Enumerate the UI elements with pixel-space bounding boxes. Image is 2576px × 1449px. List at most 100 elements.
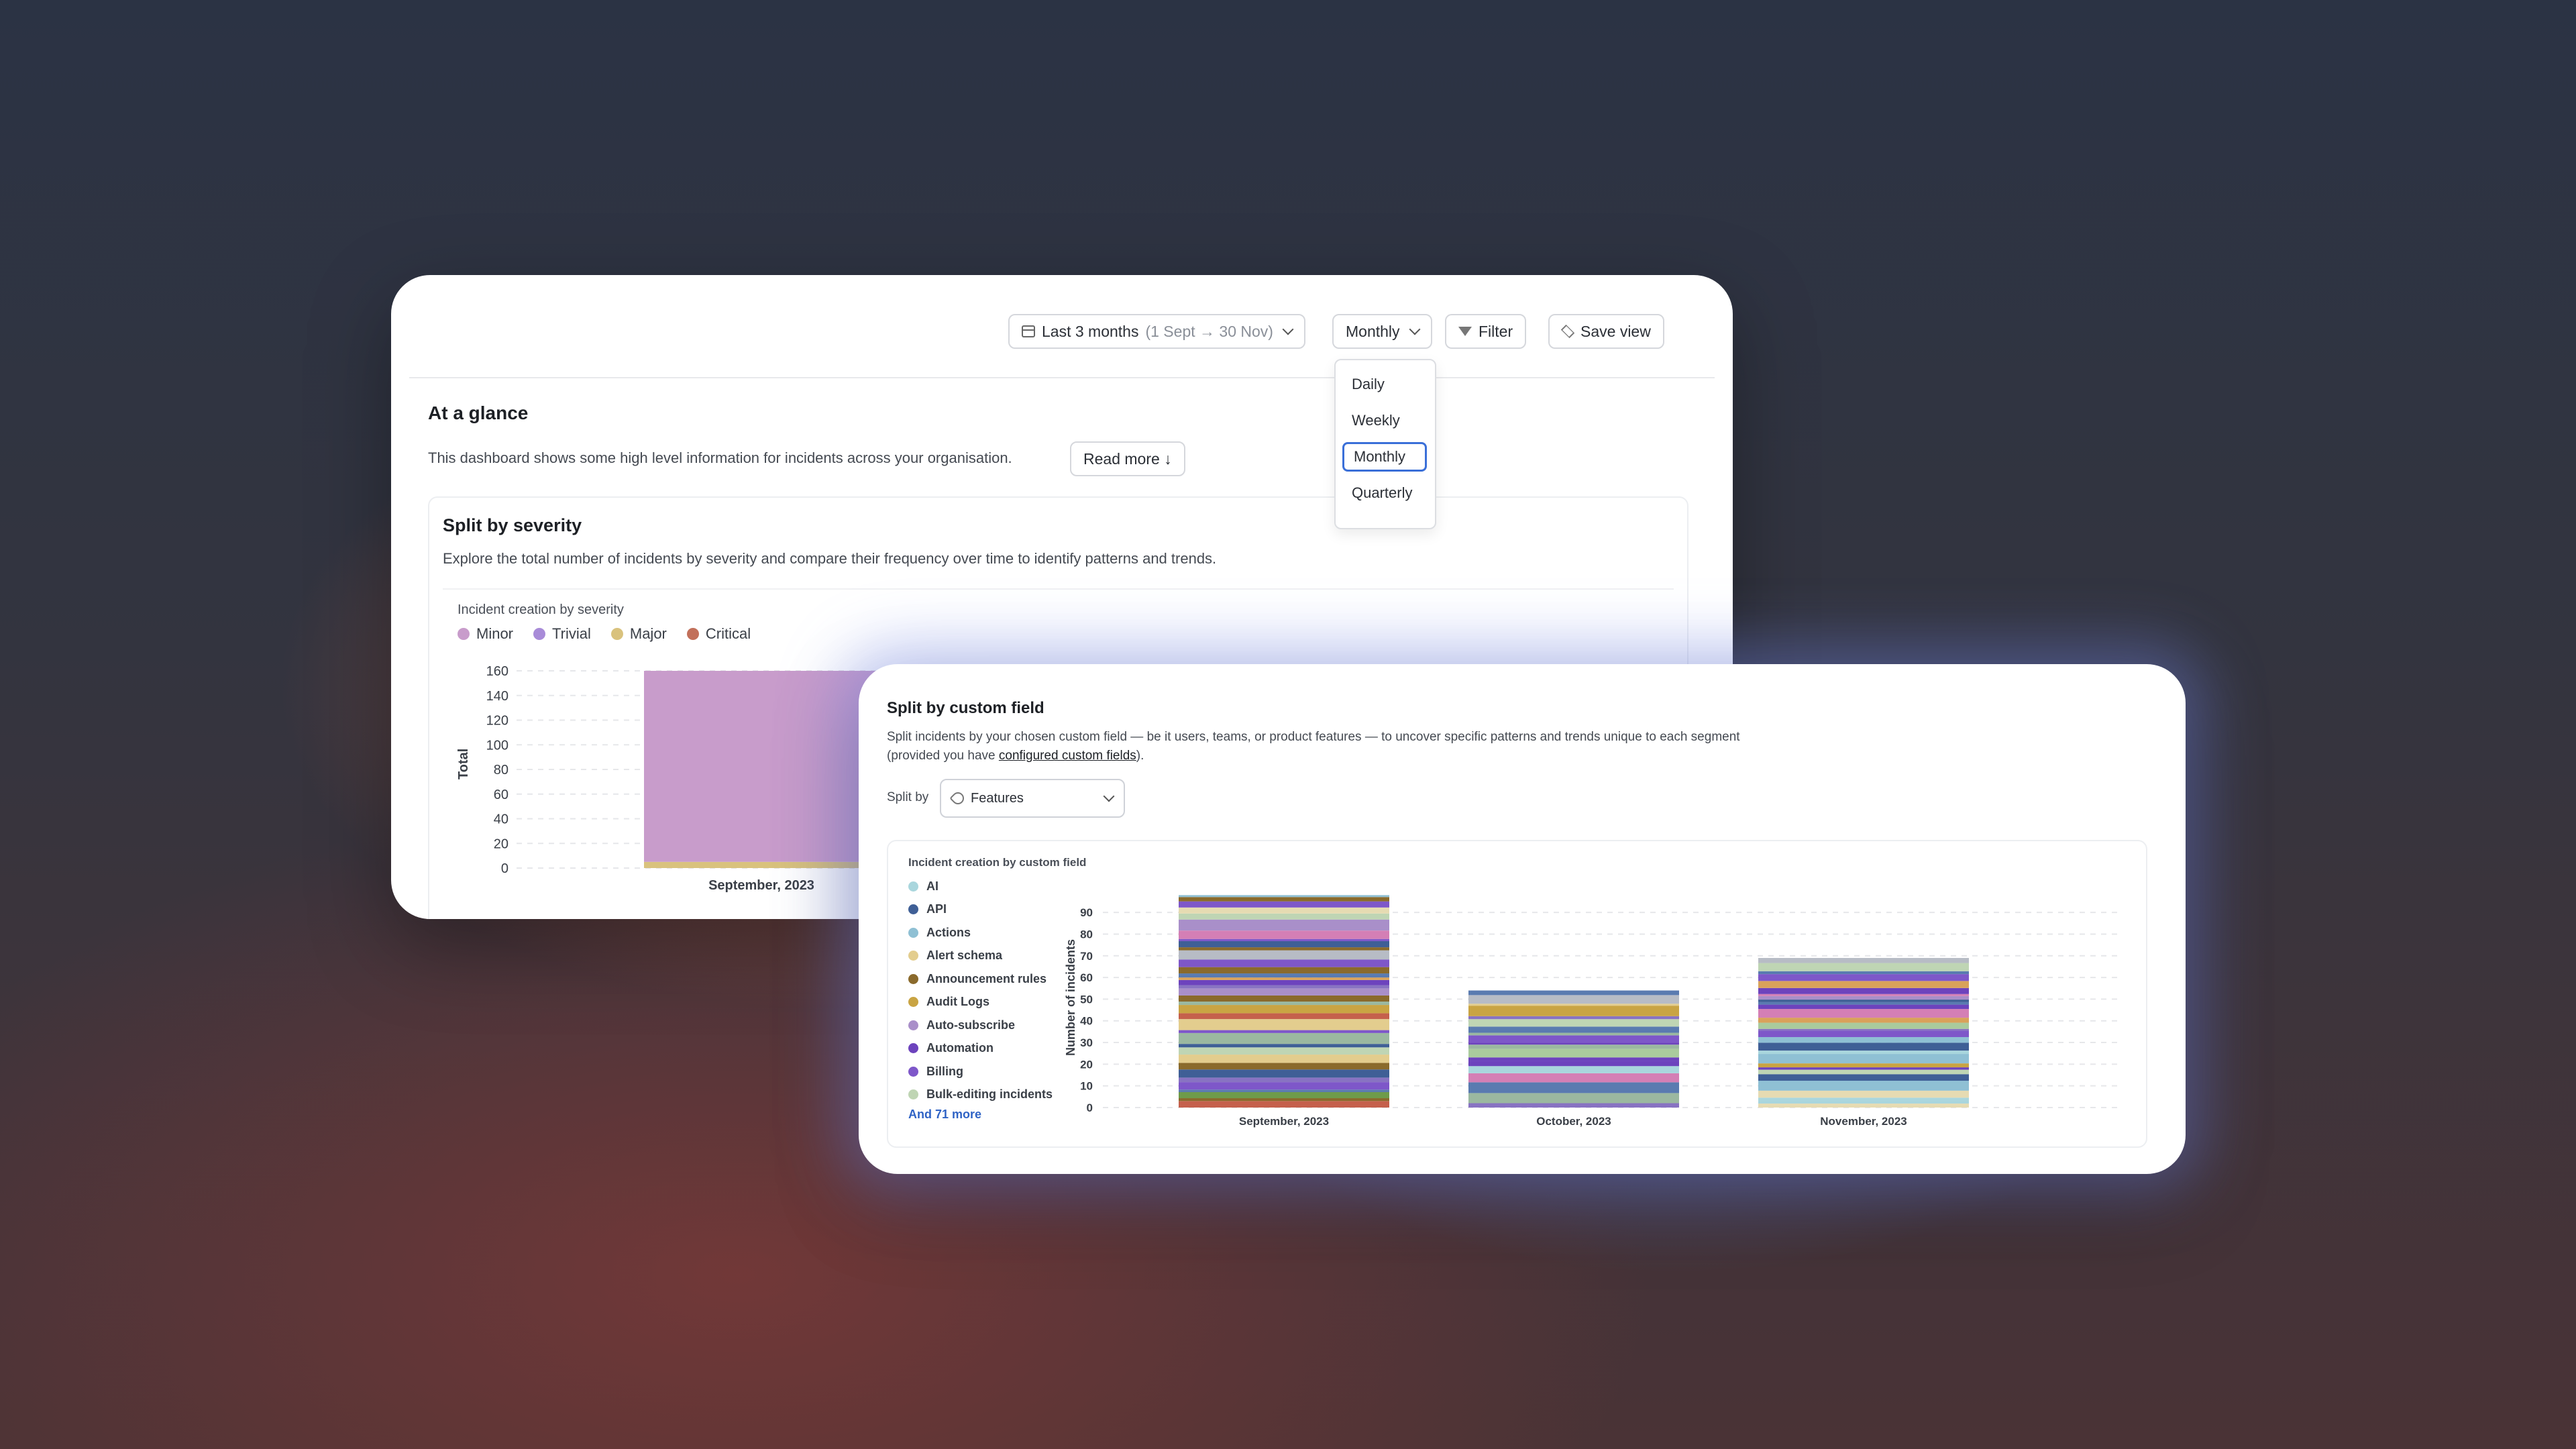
y-tick-label: 50 [1080, 993, 1093, 1006]
bar-segment [1758, 1028, 1969, 1031]
toolbar-divider [409, 377, 1715, 378]
bar-segment [1758, 1018, 1969, 1023]
layers-icon [1560, 324, 1575, 339]
granularity-button[interactable]: Monthly [1332, 314, 1432, 349]
bar-segment [1758, 1030, 1969, 1037]
legend-dot [610, 628, 623, 640]
bar-segment [1179, 959, 1389, 967]
legend-critical[interactable]: Critical [686, 625, 751, 643]
read-more-button[interactable]: Read more ↓ [1070, 441, 1185, 476]
legend-label: Trivial [552, 625, 591, 642]
configured-custom-fields-link[interactable]: configured custom fields [999, 749, 1136, 763]
granularity-option-monthly[interactable]: Monthly [1342, 442, 1427, 472]
bar-segment [1468, 1016, 1679, 1020]
y-tick-label: 140 [486, 689, 508, 704]
bar-segment [1758, 1051, 1969, 1055]
bar-segment [1179, 907, 1389, 914]
y-tick-label: 80 [494, 763, 508, 777]
legend-item[interactable]: Bulk-editing incidents [908, 1083, 1053, 1107]
bar-segment [1179, 1032, 1389, 1044]
bar-segment [1179, 913, 1389, 920]
bar-segment [1468, 1032, 1679, 1036]
legend-item[interactable]: Billing [908, 1060, 1053, 1083]
legend-item[interactable]: AI [908, 875, 1053, 898]
legend-label: Alert schema [926, 949, 1003, 963]
legend-label: Billing [926, 1064, 963, 1078]
bar-segment [1758, 1069, 1969, 1075]
x-tick-label: September, 2023 [1239, 1115, 1329, 1128]
legend-item[interactable]: Automation [908, 1037, 1053, 1061]
legend-item[interactable]: Alert schema [908, 945, 1053, 968]
bar-segment [1758, 994, 1969, 996]
legend-label: AI [926, 879, 938, 893]
bar-segment [1179, 988, 1389, 996]
granularity-option-quarterly[interactable]: Quarterly [1342, 478, 1427, 508]
bar-segment [1468, 1082, 1679, 1093]
bar-segment [1758, 987, 1969, 994]
severity-description: Explore the total number of incidents by… [443, 550, 1217, 567]
bar-segment [1179, 1101, 1389, 1108]
legend-label: Actions [926, 925, 971, 939]
bar-segment [1179, 973, 1389, 978]
y-tick-label: 10 [1080, 1080, 1093, 1093]
legend-item[interactable]: Actions [908, 921, 1053, 945]
bar-segment [1758, 1022, 1969, 1029]
bar-segment [1468, 1057, 1679, 1061]
legend-dot [908, 1043, 918, 1054]
bar-segment [1179, 1069, 1389, 1078]
y-tick-label: 30 [1080, 1036, 1093, 1049]
bar-segment [1758, 971, 1969, 975]
legend-item[interactable]: Audit Logs [908, 991, 1053, 1014]
bar-segment [1758, 1067, 1969, 1070]
legend-dot [908, 997, 918, 1008]
and-more-link[interactable]: And 71 more [908, 1108, 1053, 1122]
y-tick-label: 0 [1087, 1102, 1093, 1114]
granularity-option-weekly[interactable]: Weekly [1342, 406, 1427, 435]
bar-segment [1468, 1049, 1679, 1058]
bar-segment [1179, 1077, 1389, 1083]
legend-item[interactable]: API [908, 898, 1053, 922]
y-tick-label: 60 [494, 788, 508, 802]
split-by-select[interactable]: Features [940, 779, 1125, 818]
bar-segment [1179, 947, 1389, 951]
bar-segment-major [644, 861, 879, 868]
legend-label: Bulk-editing incidents [926, 1087, 1053, 1102]
legend-item[interactable]: Announcement rules [908, 967, 1053, 991]
bar-segment [1468, 1006, 1679, 1016]
bar-segment [1179, 1013, 1389, 1020]
bar-segment [1758, 1054, 1969, 1064]
legend-item[interactable]: Auto-subscribe [908, 1014, 1053, 1037]
date-range-button[interactable]: Last 3 months (1 Sept → 30 Nov) [1008, 314, 1305, 349]
bar-segment [1179, 938, 1389, 941]
granularity-option-daily[interactable]: Daily [1342, 370, 1427, 399]
bar-segment [1179, 1005, 1389, 1014]
y-tick-label: 80 [1080, 928, 1093, 941]
severity-title: Split by severity [443, 515, 582, 535]
save-view-button[interactable]: Save view [1548, 314, 1664, 349]
filter-button[interactable]: Filter [1445, 314, 1527, 349]
legend-dot [908, 973, 918, 984]
bar-segment [1179, 941, 1389, 948]
bar-segment [1468, 1093, 1679, 1104]
bar-segment [1758, 1090, 1969, 1098]
bar-segment [1758, 1004, 1969, 1010]
legend-dot [908, 1020, 918, 1030]
severity-chart-title: Incident creation by severity [458, 602, 624, 617]
legend-major[interactable]: Major [610, 625, 667, 643]
bar-segment [1468, 1035, 1679, 1043]
legend-trivial[interactable]: Trivial [533, 625, 591, 643]
calendar-icon [1022, 325, 1035, 337]
bar-segment [1179, 1001, 1389, 1006]
y-tick-label: 40 [494, 812, 508, 827]
bar-segment-minor [644, 671, 879, 862]
glance-description: This dashboard shows some high level inf… [428, 449, 1012, 466]
bar-segment [1179, 895, 1389, 898]
filter-label: Filter [1479, 322, 1513, 340]
x-tick-label: November, 2023 [1820, 1115, 1907, 1128]
bar-segment [1468, 1044, 1679, 1049]
bar-segment [1758, 1042, 1969, 1051]
legend-dot [458, 628, 470, 640]
bar-segment [1468, 1004, 1679, 1006]
bar-segment [1468, 1061, 1679, 1067]
legend-minor[interactable]: Minor [458, 625, 513, 643]
